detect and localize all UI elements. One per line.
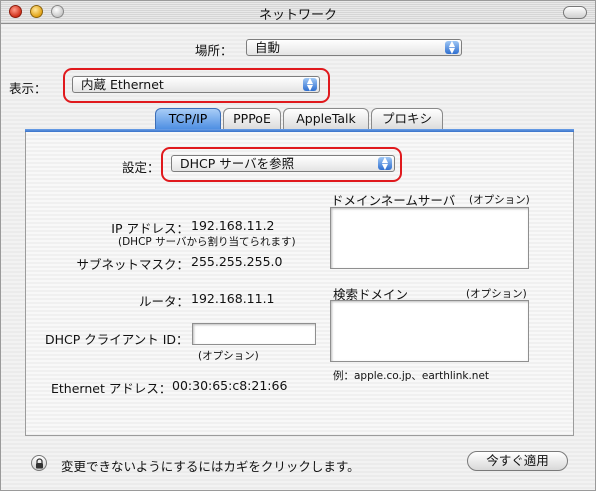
configure-value: DHCP サーバを参照 <box>180 156 295 171</box>
popup-arrows-icon: ▲ ▼ <box>378 156 392 170</box>
location-value: 自動 <box>255 40 281 55</box>
show-label: 表示： <box>9 81 47 96</box>
location-label: 場所： <box>195 43 233 58</box>
dhcp-client-id-field[interactable] <box>192 323 316 345</box>
tab-pppoe[interactable]: PPPoE <box>223 108 281 129</box>
search-domain-optional: (オプション) <box>466 288 527 300</box>
tab-appletalk[interactable]: AppleTalk <box>283 108 369 129</box>
ethernet-label: Ethernet アドレス： <box>51 381 172 396</box>
dhcp-client-note: (オプション) <box>198 350 259 362</box>
search-domains-field[interactable] <box>330 300 529 362</box>
apply-now-button[interactable]: 今すぐ適用 <box>467 451 568 471</box>
toolbar-toggle-button[interactable] <box>563 6 587 19</box>
title-bar[interactable]: ネットワーク <box>1 1 595 24</box>
dns-servers-field[interactable] <box>330 207 529 269</box>
ethernet-value: 00:30:65:c8:21:66 <box>172 378 288 393</box>
dns-optional: (オプション) <box>469 194 530 206</box>
lock-icon <box>36 458 43 469</box>
router-value: 192.168.11.1 <box>191 291 275 306</box>
ip-note: (DHCP サーバから割り当てられます) <box>118 236 296 248</box>
subnet-label: サブネットマスク： <box>76 257 189 272</box>
lock-button[interactable] <box>31 455 47 471</box>
configure-popup[interactable]: DHCP サーバを参照 ▲ ▼ <box>171 155 395 172</box>
subnet-value: 255.255.255.0 <box>191 254 283 269</box>
window-title: ネットワーク <box>258 8 337 23</box>
location-popup[interactable]: 自動 ▲ ▼ <box>246 39 462 56</box>
configure-label: 設定： <box>122 160 160 175</box>
show-popup[interactable]: 内蔵 Ethernet ▲ ▼ <box>72 76 320 93</box>
show-value: 内蔵 Ethernet <box>81 77 164 92</box>
tab-tcpip[interactable]: TCP/IP <box>155 108 221 129</box>
router-label: ルータ： <box>138 294 189 309</box>
popup-arrows-icon: ▲ ▼ <box>445 40 459 54</box>
ip-value: 192.168.11.2 <box>191 218 275 233</box>
dhcp-client-label: DHCP クライアント ID： <box>45 332 189 347</box>
network-window: ネットワーク 場所： 自動 ▲ ▼ 表示： 内蔵 Ethernet ▲ ▼ TCP/… <box>0 0 596 491</box>
search-domain-example: 例：apple.co.jp、earthlink.net <box>333 370 490 382</box>
tab-proxy[interactable]: プロキシ <box>371 108 443 129</box>
popup-arrows-icon: ▲ ▼ <box>303 77 317 91</box>
lock-text: 変更できないようにするにはカギをクリックします。 <box>61 459 360 474</box>
